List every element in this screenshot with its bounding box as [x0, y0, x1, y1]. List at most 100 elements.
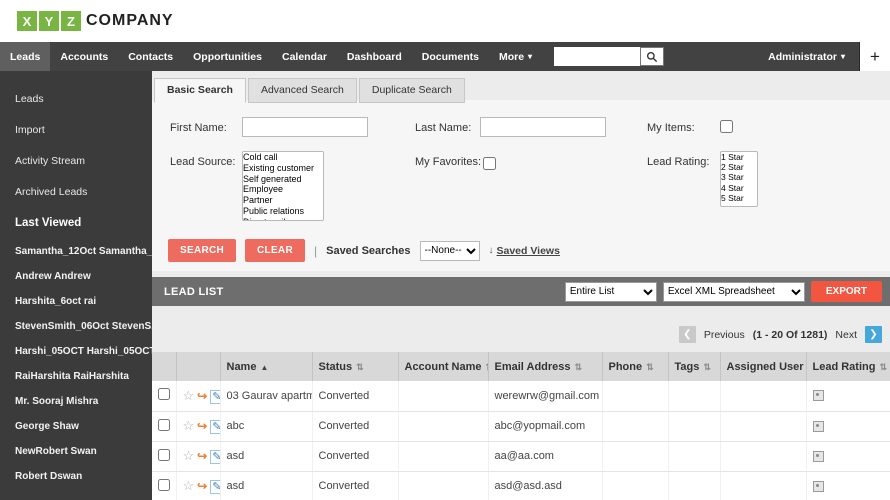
search-button[interactable]: SEARCH	[168, 239, 236, 262]
table-row[interactable]: ☆↪✎ asd Converted asd@asd.asd	[152, 471, 890, 500]
lead-rating-option[interactable]: 2 Star	[721, 162, 757, 172]
my-favorites-checkbox[interactable]	[483, 157, 496, 170]
cell-name[interactable]: asd	[220, 471, 312, 500]
col-assigned-user[interactable]: Assigned User⇅	[720, 352, 806, 381]
last-viewed-item[interactable]: Robert Dswan	[0, 464, 152, 489]
export-button[interactable]: EXPORT	[811, 281, 882, 302]
lead-rating-option[interactable]: 5 Star	[721, 193, 757, 203]
lead-rating-option[interactable]: 4 Star	[721, 183, 757, 193]
cell-checkbox	[152, 441, 176, 471]
lead-rating-option[interactable]: 3 Star	[721, 172, 757, 182]
global-search-button[interactable]	[640, 47, 664, 66]
nav-item-dashboard[interactable]: Dashboard	[337, 42, 412, 71]
nav-item-calendar[interactable]: Calendar	[272, 42, 337, 71]
last-viewed-item[interactable]: Harshi_05OCT Harshi_05OCT	[0, 339, 152, 364]
save-view-icon: ↓	[489, 245, 494, 256]
edit-icon[interactable]: ✎	[210, 480, 220, 494]
cell-name[interactable]: 03 Gaurav apartment	[220, 381, 312, 411]
search-tabs: Basic Search Advanced Search Duplicate S…	[154, 78, 467, 103]
clear-button[interactable]: CLEAR	[245, 239, 305, 262]
last-viewed-item[interactable]: George Shaw	[0, 414, 152, 439]
cell-name[interactable]: abc	[220, 411, 312, 441]
lead-list-bar: LEAD LIST Entire List Excel XML Spreadsh…	[152, 277, 890, 306]
lead-source-option[interactable]: Cold call	[243, 152, 323, 163]
edit-icon[interactable]: ✎	[210, 420, 220, 434]
last-viewed-item[interactable]: Andrew Andrew	[0, 264, 152, 289]
sidebar-item-leads[interactable]: Leads	[0, 83, 152, 114]
tab-advanced-search[interactable]: Advanced Search	[248, 78, 357, 103]
convert-lead-icon[interactable]: ↪	[197, 389, 207, 403]
header-checkbox-cell	[152, 352, 176, 381]
convert-lead-icon[interactable]: ↪	[197, 419, 207, 433]
nav-item-documents[interactable]: Documents	[412, 42, 489, 71]
nav-item-accounts[interactable]: Accounts	[50, 42, 118, 71]
cell-tags	[668, 381, 720, 411]
last-viewed-item[interactable]: Harshita_6oct rai	[0, 289, 152, 314]
col-phone[interactable]: Phone⇅	[602, 352, 668, 381]
col-status[interactable]: Status⇅	[312, 352, 398, 381]
lead-source-option[interactable]: Self generated	[243, 174, 323, 185]
table-row[interactable]: ☆↪✎ 03 Gaurav apartment Converted werewr…	[152, 381, 890, 411]
saved-views-link[interactable]: ↓ Saved Views	[489, 245, 560, 257]
last-viewed-item[interactable]: Mr. Sooraj Mishra	[0, 389, 152, 414]
first-name-input[interactable]	[242, 117, 368, 137]
follow-star-icon[interactable]: ☆	[183, 418, 195, 433]
nav-item-leads[interactable]: Leads	[0, 42, 50, 71]
convert-lead-icon[interactable]: ↪	[197, 479, 207, 493]
row-checkbox[interactable]	[158, 388, 170, 400]
last-viewed-item[interactable]: Samantha_12Oct Samantha_1...	[0, 239, 152, 264]
quick-create-button[interactable]: +	[860, 42, 890, 71]
edit-icon[interactable]: ✎	[210, 450, 220, 464]
col-email-address[interactable]: Email Address⇅	[488, 352, 602, 381]
last-name-input[interactable]	[480, 117, 606, 137]
table-row[interactable]: ☆↪✎ asd Converted aa@aa.com	[152, 441, 890, 471]
saved-searches-select[interactable]: --None--	[420, 241, 480, 261]
first-name-label: First Name:	[170, 122, 227, 134]
table-row[interactable]: ☆↪✎ abc Converted abc@yopmail.com	[152, 411, 890, 441]
tab-basic-search[interactable]: Basic Search	[154, 78, 246, 103]
col-name-label: Name	[227, 361, 257, 373]
saved-views-label: Saved Views	[497, 245, 560, 257]
next-label[interactable]: Next	[835, 329, 857, 341]
follow-star-icon[interactable]: ☆	[183, 388, 195, 403]
user-menu[interactable]: Administrator ▾	[754, 51, 859, 63]
cell-name[interactable]: asd	[220, 441, 312, 471]
sidebar-item-archived-leads[interactable]: Archived Leads	[0, 176, 152, 207]
col-lead-rating[interactable]: Lead Rating⇅	[806, 352, 890, 381]
convert-lead-icon[interactable]: ↪	[197, 449, 207, 463]
row-checkbox[interactable]	[158, 479, 170, 491]
row-checkbox[interactable]	[158, 419, 170, 431]
lead-rating-select[interactable]: 1 Star 2 Star 3 Star 4 Star 5 Star	[720, 151, 758, 207]
follow-star-icon[interactable]: ☆	[183, 448, 195, 463]
tab-duplicate-search[interactable]: Duplicate Search	[359, 78, 465, 103]
global-search-input[interactable]	[554, 47, 640, 66]
export-format-select[interactable]: Excel XML Spreadsheet	[663, 282, 805, 302]
edit-icon[interactable]: ✎	[210, 390, 220, 404]
lead-source-option[interactable]: Partner	[243, 195, 323, 206]
follow-star-icon[interactable]: ☆	[183, 478, 195, 493]
last-viewed-item[interactable]: NewRobert Swan	[0, 439, 152, 464]
row-checkbox[interactable]	[158, 449, 170, 461]
previous-page-button[interactable]: ❮	[679, 326, 696, 343]
sidebar-item-activity-stream[interactable]: Activity Stream	[0, 145, 152, 176]
lead-source-option[interactable]: Direct mail	[243, 217, 323, 221]
lead-source-option[interactable]: Employee	[243, 184, 323, 195]
lead-source-option[interactable]: Existing customer	[243, 163, 323, 174]
previous-label[interactable]: Previous	[704, 329, 745, 341]
next-page-button[interactable]: ❯	[865, 326, 882, 343]
nav-item-contacts[interactable]: Contacts	[118, 42, 183, 71]
sidebar-item-import[interactable]: Import	[0, 114, 152, 145]
my-items-checkbox[interactable]	[720, 120, 733, 133]
col-tags[interactable]: Tags⇅	[668, 352, 720, 381]
lead-source-option[interactable]: Public relations	[243, 206, 323, 217]
nav-item-more[interactable]: More ▾	[489, 42, 542, 71]
last-viewed-item[interactable]: StevenSmith_06Oct StevenS...	[0, 314, 152, 339]
nav-item-opportunities[interactable]: Opportunities	[183, 42, 272, 71]
col-name[interactable]: Name▲	[220, 352, 312, 381]
lead-source-select[interactable]: Cold call Existing customer Self generat…	[242, 151, 324, 221]
col-account-name[interactable]: Account Name⇅	[398, 352, 488, 381]
last-viewed-item[interactable]: RaiHarshita RaiHarshita	[0, 364, 152, 389]
lead-rating-option[interactable]: 1 Star	[721, 152, 757, 162]
cell-account-name	[398, 471, 488, 500]
list-filter-select[interactable]: Entire List	[565, 282, 657, 302]
